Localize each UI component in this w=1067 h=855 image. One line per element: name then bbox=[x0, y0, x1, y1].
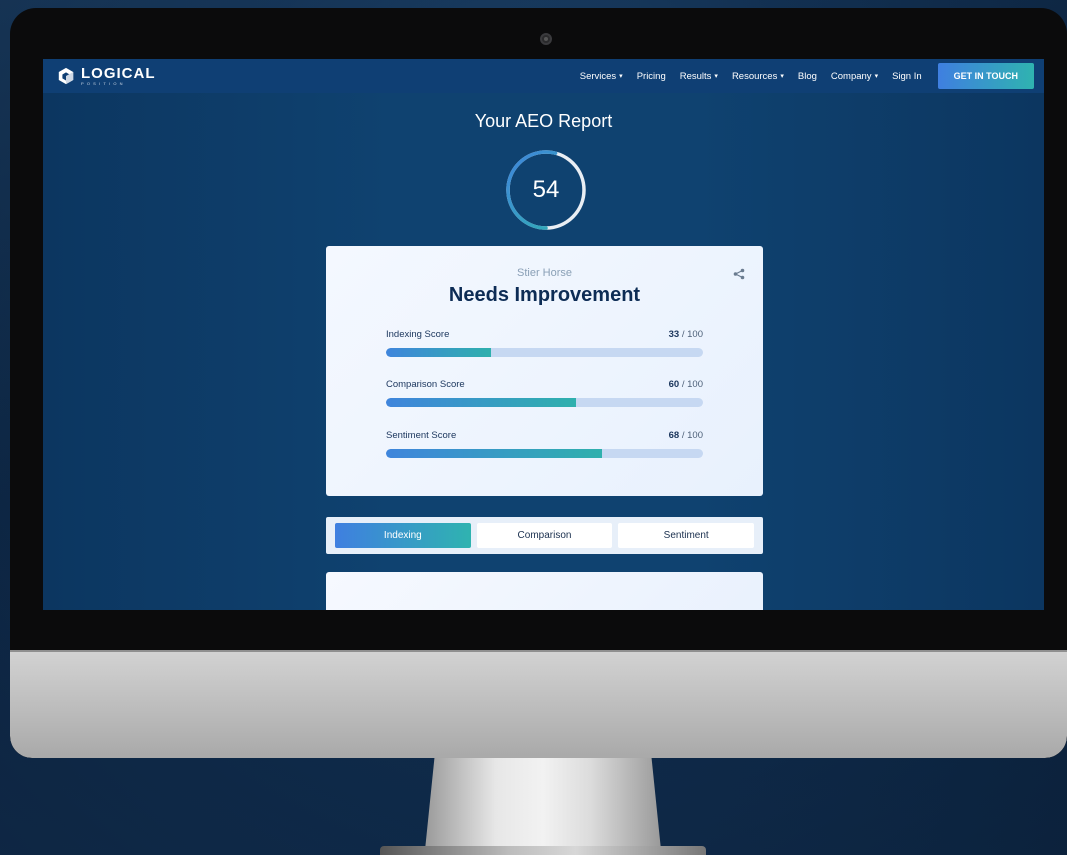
monitor-frame: LOGICAL POSITION Services ▾ Pricing Resu… bbox=[10, 8, 1067, 758]
metric-comparison: Comparison Score 60 / 100 bbox=[386, 379, 703, 407]
page-title: Your AEO Report bbox=[474, 111, 613, 131]
nav-item-label: Services bbox=[579, 70, 617, 82]
score-verdict: Needs Improvement bbox=[448, 284, 641, 306]
logo-cube-icon bbox=[58, 67, 74, 85]
monitor-divider bbox=[10, 650, 1067, 652]
logo[interactable]: LOGICAL POSITION bbox=[57, 66, 156, 86]
metric-value: 33 / 100 bbox=[668, 329, 703, 340]
site-navbar: LOGICAL POSITION Services ▾ Pricing Resu… bbox=[43, 59, 1044, 93]
browser-screen: LOGICAL POSITION Services ▾ Pricing Resu… bbox=[43, 59, 1044, 610]
monitor-stand bbox=[425, 758, 661, 850]
nav-item-resources[interactable]: Resources ▾ bbox=[732, 71, 784, 82]
progress-bar bbox=[386, 449, 703, 458]
nav-item-company[interactable]: Company ▾ bbox=[831, 71, 878, 82]
nav-item-label: Pricing bbox=[636, 70, 666, 82]
metric-label: Comparison Score bbox=[386, 379, 465, 390]
overall-score: 54 bbox=[532, 176, 560, 203]
nav-item-sign-in[interactable]: Sign In bbox=[892, 71, 922, 82]
metric-sentiment: Sentiment Score 68 / 100 bbox=[386, 430, 703, 458]
nav-item-services[interactable]: Services ▾ bbox=[580, 71, 623, 82]
get-in-touch-button[interactable]: GET IN TOUCH bbox=[937, 63, 1034, 89]
nav-item-label: Resources bbox=[731, 70, 778, 82]
nav-item-label: Sign In bbox=[892, 70, 922, 82]
metric-indexing: Indexing Score 33 / 100 bbox=[386, 329, 703, 357]
nav-menu: Services ▾ Pricing Results ▾ Resources ▾… bbox=[580, 63, 1034, 89]
monitor-chin bbox=[10, 650, 1067, 758]
nav-item-results[interactable]: Results ▾ bbox=[680, 71, 718, 82]
progress-bar-fill bbox=[386, 449, 602, 458]
metric-value: 68 / 100 bbox=[668, 430, 703, 441]
brand-name: Stier Horse bbox=[516, 267, 573, 279]
tab-sentiment[interactable]: Sentiment bbox=[618, 523, 755, 548]
progress-bar bbox=[386, 398, 703, 407]
score-card: Stier Horse Needs Improvement Indexing S… bbox=[326, 246, 763, 496]
logo-word: LOGICAL bbox=[81, 65, 156, 82]
logo-subtitle: POSITION bbox=[81, 81, 126, 86]
tab-comparison[interactable]: Comparison bbox=[476, 523, 613, 548]
monitor-stand-base bbox=[380, 846, 706, 855]
camera-icon bbox=[540, 33, 552, 45]
metric-value: 60 / 100 bbox=[668, 379, 703, 390]
tab-indexing[interactable]: Indexing bbox=[335, 523, 471, 548]
tab-content-panel bbox=[326, 572, 763, 610]
nav-item-label: Company bbox=[830, 70, 872, 82]
caret-down-icon: ▾ bbox=[714, 73, 718, 80]
caret-down-icon: ▾ bbox=[780, 73, 784, 80]
nav-item-label: Blog bbox=[797, 70, 817, 82]
report-tabs: Indexing Comparison Sentiment bbox=[326, 517, 763, 554]
caret-down-icon: ▾ bbox=[874, 73, 879, 80]
progress-bar-fill bbox=[386, 398, 577, 407]
nav-item-pricing[interactable]: Pricing bbox=[637, 71, 666, 82]
nav-item-blog[interactable]: Blog bbox=[798, 71, 817, 82]
progress-bar bbox=[386, 348, 703, 357]
metric-label: Sentiment Score bbox=[386, 430, 457, 441]
caret-down-icon: ▾ bbox=[619, 73, 623, 80]
nav-item-label: Results bbox=[679, 70, 712, 82]
metric-label: Indexing Score bbox=[386, 329, 450, 340]
progress-bar-fill bbox=[386, 348, 491, 357]
